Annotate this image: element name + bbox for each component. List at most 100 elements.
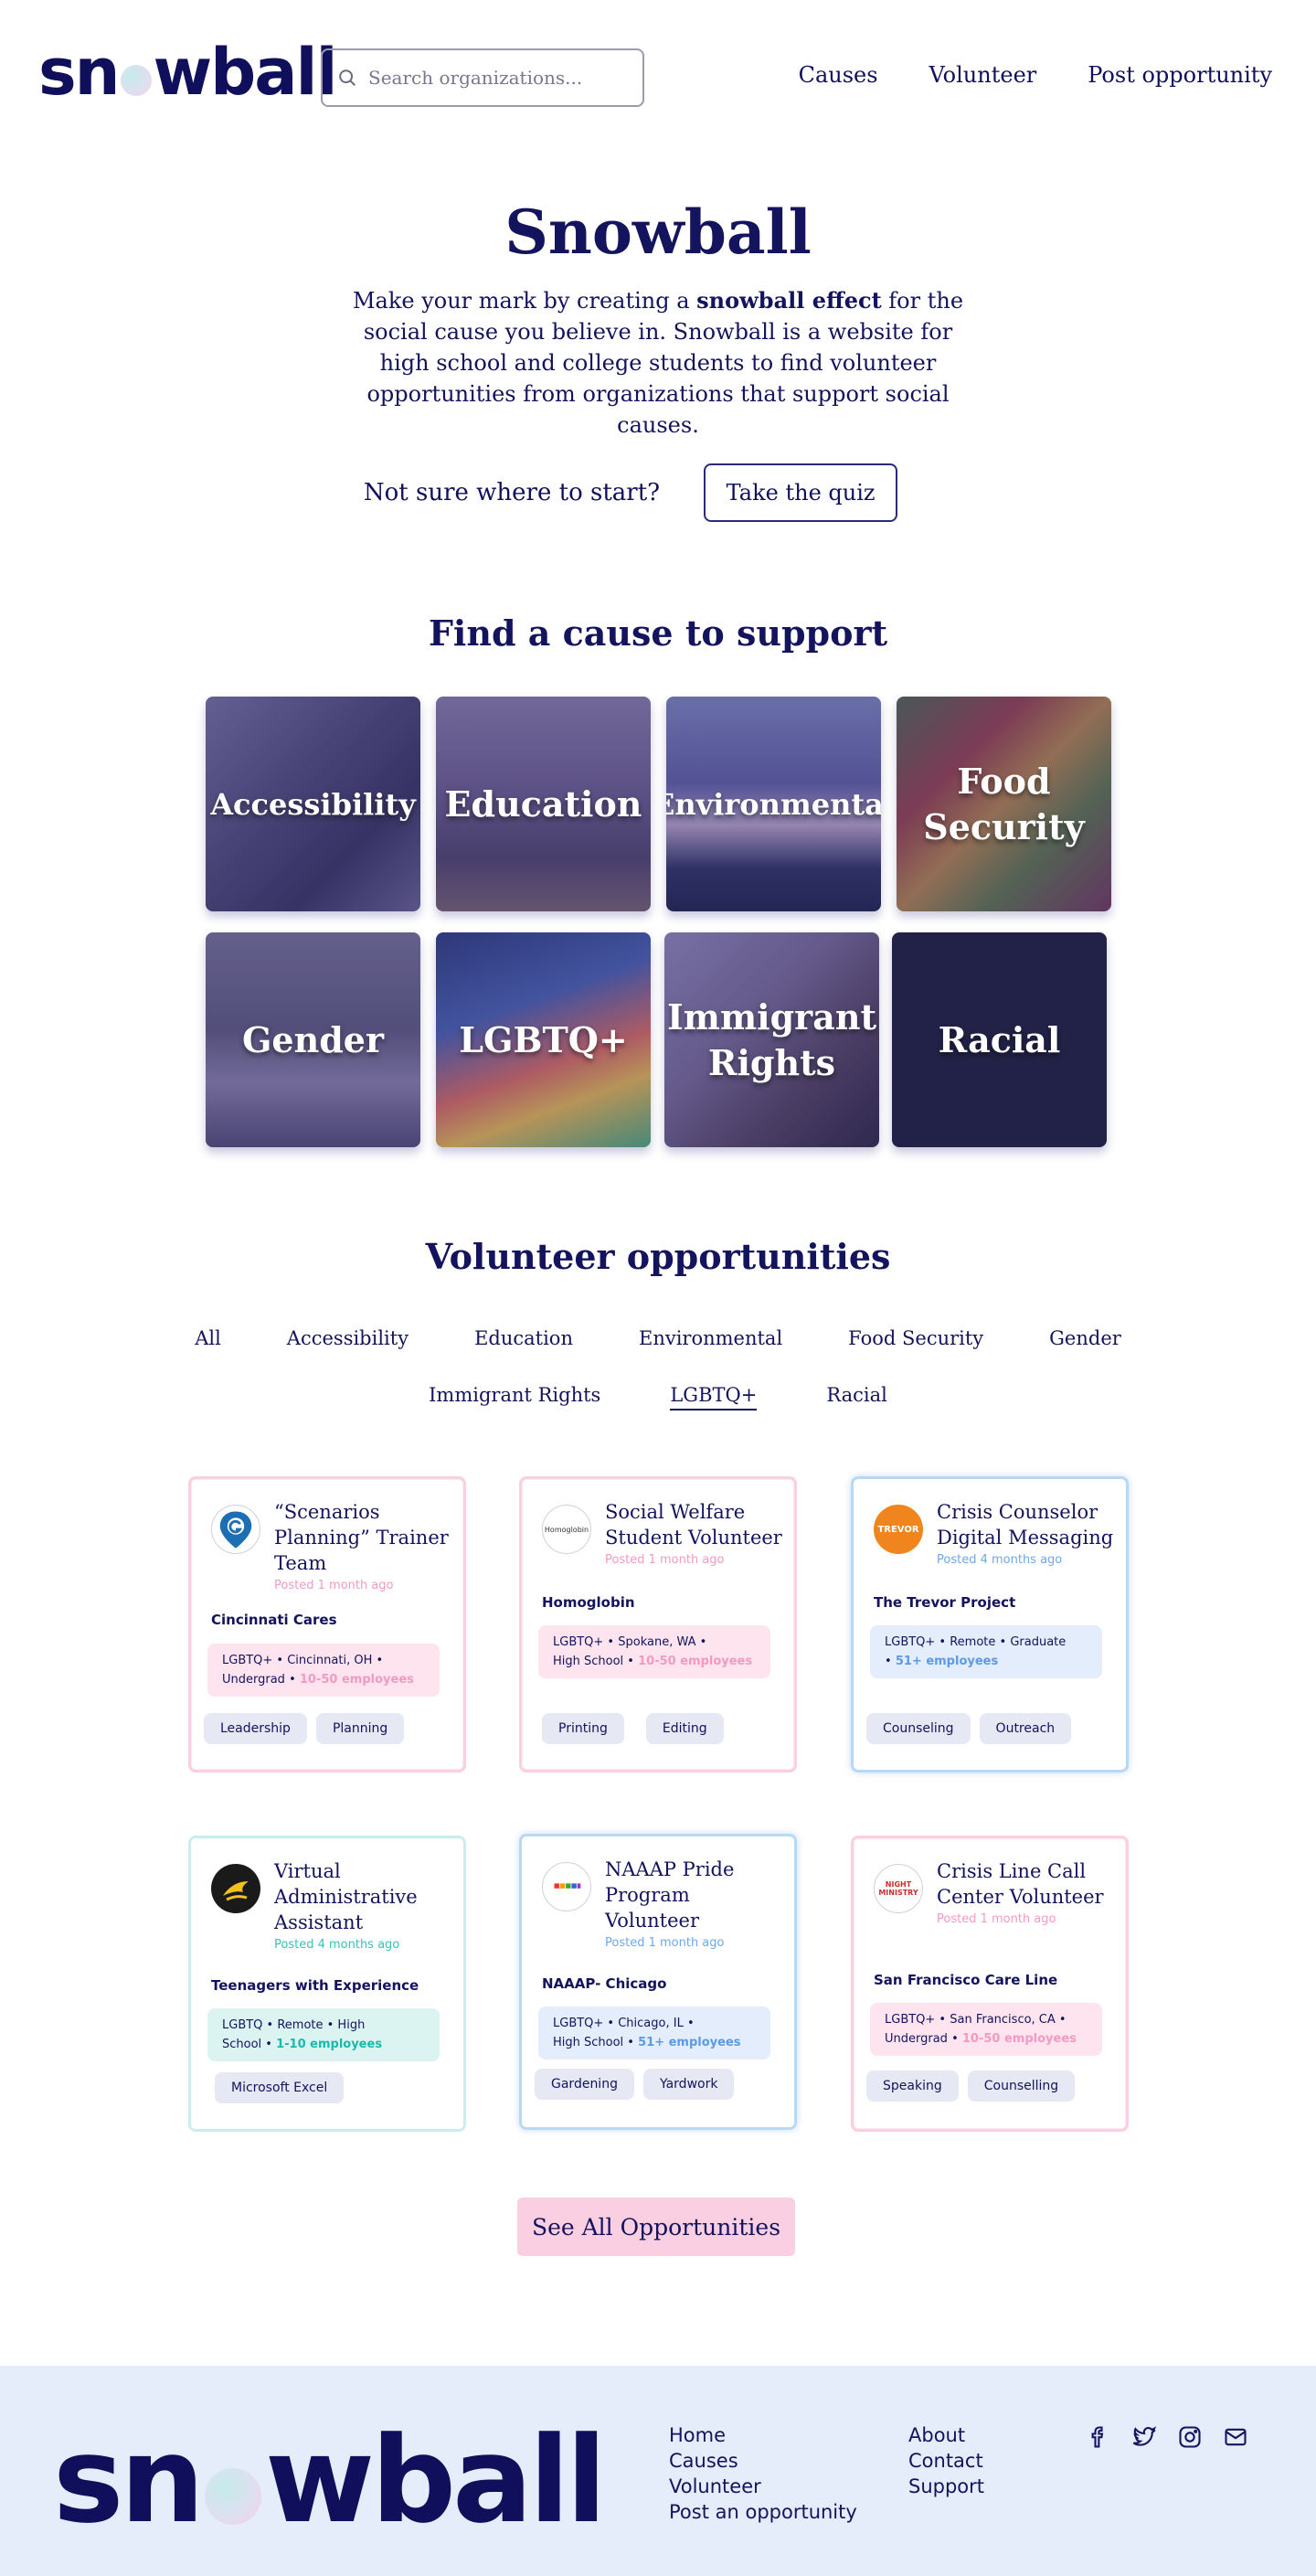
skill-tag: Microsoft Excel <box>215 2072 345 2103</box>
cause-label: Education <box>444 782 642 825</box>
skill-tag: Counselling <box>967 2070 1076 2102</box>
cause-card-lgbtq[interactable]: LGBTQ+ <box>436 932 651 1147</box>
nav-post-opportunity[interactable]: Post opportunity <box>1088 62 1272 88</box>
cause-label: Food Security <box>923 760 1085 847</box>
cause-card-gender[interactable]: Gender <box>206 932 420 1147</box>
quiz-prompt: Not sure where to start? <box>363 479 661 506</box>
opportunity-card[interactable]: NIGHT MINISTRY Crisis Line Call Center V… <box>851 1836 1129 2132</box>
filter-environmental[interactable]: Environmental <box>639 1327 782 1349</box>
logo-snowball-icon <box>204 2468 261 2525</box>
cause-card-accessibility[interactable]: Accessibility <box>206 697 420 911</box>
footer-link-support[interactable]: Support <box>908 2474 984 2499</box>
logo-text-start: sn <box>38 35 120 110</box>
opportunity-card[interactable]: “Scenarios Planning” Trainer Team Posted… <box>188 1476 466 1772</box>
cause-card-racial[interactable]: Racial <box>892 932 1107 1147</box>
job-meta: LGBTQ+ • Cincinnati, OH • Undergrad • 10-… <box>207 1644 440 1697</box>
cause-card-immigrant-rights[interactable]: Immigrant Rights <box>664 932 879 1147</box>
site-header: snwball Causes Volunteer Post opportunit… <box>0 0 1316 155</box>
job-title: Social Welfare Student Volunteer <box>605 1501 782 1549</box>
footer-link-causes[interactable]: Causes <box>669 2448 857 2474</box>
nav-volunteer[interactable]: Volunteer <box>929 62 1037 88</box>
posted-date: Posted 1 month ago <box>937 1912 1056 1926</box>
cause-label: Environmental <box>666 786 881 822</box>
social-links <box>1086 2424 1248 2450</box>
employee-count: 51+ employees <box>638 2036 741 2049</box>
filter-food-security[interactable]: Food Security <box>848 1327 983 1349</box>
nav-causes[interactable]: Causes <box>799 62 878 88</box>
twitter-icon[interactable] <box>1131 2424 1157 2450</box>
opportunity-card[interactable]: TREVOR Crisis Counselor Digital Messagin… <box>851 1476 1129 1772</box>
job-title: Crisis Line Call Center Volunteer <box>937 1860 1104 1908</box>
posted-date: Posted 4 months ago <box>274 1938 400 1952</box>
meta-line1: LGBTQ+ • San Francisco, CA • <box>885 2013 1067 2027</box>
skill-tag: Editing <box>645 1713 724 1744</box>
org-logo-icon: NIGHT MINISTRY <box>874 1864 923 1913</box>
search-input[interactable] <box>368 67 624 89</box>
job-meta: LGBTQ+ • Chicago, IL • High School • 51+ … <box>538 2007 770 2060</box>
meta-line2: • <box>885 1655 896 1668</box>
filter-education[interactable]: Education <box>474 1327 573 1349</box>
org-name: NAAAP- Chicago <box>542 1975 667 1992</box>
posted-date: Posted 1 month ago <box>605 1936 725 1950</box>
footer-link-about[interactable]: About <box>908 2422 984 2448</box>
facebook-icon[interactable] <box>1086 2424 1111 2450</box>
footer-link-volunteer[interactable]: Volunteer <box>669 2474 857 2499</box>
filter-racial[interactable]: Racial <box>826 1384 887 1410</box>
filter-gender[interactable]: Gender <box>1049 1327 1121 1349</box>
meta-line2: High School • <box>553 1655 639 1668</box>
hero-title: Snowball <box>504 197 812 268</box>
see-all-opportunities-button[interactable]: See All Opportunities <box>517 2198 795 2256</box>
skill-tag: Gardening <box>535 2069 634 2100</box>
quiz-row: Not sure where to start? Take the quiz <box>0 463 1316 522</box>
skill-tags: Microsoft Excel <box>215 2072 345 2103</box>
footer-link-home[interactable]: Home <box>669 2422 857 2448</box>
skill-tags: Speaking Counselling <box>866 2070 1076 2102</box>
footer-link-contact[interactable]: Contact <box>908 2448 984 2474</box>
org-name: Cincinnati Cares <box>211 1612 337 1628</box>
cause-card-food-security[interactable]: Food Security <box>897 697 1111 911</box>
logo-text-start: sn <box>53 2411 205 2549</box>
cause-card-environmental[interactable]: Environmental <box>666 697 881 911</box>
footer-links-col2: About Contact Support <box>908 2422 984 2499</box>
opportunity-card[interactable]: NAAAP Pride Program Volunteer Posted 1 m… <box>519 1834 797 2130</box>
filter-accessibility[interactable]: Accessibility <box>287 1327 409 1349</box>
job-meta: LGBTQ+ • San Francisco, CA • Undergrad • … <box>870 2003 1102 2056</box>
job-meta: LGBTQ+ • Spokane, WA • High School • 10-5… <box>538 1625 770 1678</box>
org-logo-icon: TREVOR <box>874 1505 923 1554</box>
hero-desc-bold: snowball effect <box>696 287 882 314</box>
logo[interactable]: sn wball <box>38 35 338 110</box>
job-meta: LGBTQ • Remote • High School • 1-10 emplo… <box>207 2008 440 2061</box>
filter-row-1: All Accessibility Education Environmenta… <box>0 1327 1316 1349</box>
opportunity-card[interactable]: Homoglobin Social Welfare Student Volunt… <box>519 1476 797 1772</box>
meta-line2: Undergrad • <box>885 2032 962 2046</box>
skill-tags: Counseling Outreach <box>866 1713 1072 1744</box>
take-quiz-button[interactable]: Take the quiz <box>704 463 898 522</box>
skill-tag: Leadership <box>204 1713 307 1744</box>
employee-count: 10-50 employees <box>638 1655 753 1668</box>
org-logo-icon <box>211 1505 260 1554</box>
meta-line1: LGBTQ+ • Cincinnati, OH • <box>222 1654 384 1667</box>
cause-card-education[interactable]: Education <box>436 697 651 911</box>
footer-links-col1: Home Causes Volunteer Post an opportunit… <box>669 2422 857 2525</box>
filter-lgbtq-active[interactable]: LGBTQ+ <box>670 1384 758 1410</box>
footer-logo[interactable]: sn wball <box>53 2411 607 2549</box>
cause-label: Racial <box>938 1018 1061 1060</box>
search-box[interactable] <box>321 48 644 107</box>
skill-tag: Planning <box>315 1713 405 1744</box>
skill-tag: Printing <box>542 1713 624 1744</box>
hero-desc-part1: Make your mark by creating a <box>352 288 697 314</box>
org-name: The Trevor Project <box>874 1594 1016 1611</box>
employee-count: 1-10 employees <box>276 2038 383 2051</box>
job-title: Virtual Administrative Assistant <box>274 1860 418 1933</box>
employee-count: 10-50 employees <box>961 2032 1077 2046</box>
instagram-icon[interactable] <box>1177 2424 1203 2450</box>
footer-link-post-opportunity[interactable]: Post an opportunity <box>669 2499 857 2525</box>
cause-label: Immigrant Rights <box>666 995 877 1083</box>
opportunity-card[interactable]: Virtual Administrative Assistant Posted … <box>188 1836 466 2132</box>
mail-icon[interactable] <box>1223 2424 1248 2450</box>
filter-immigrant-rights[interactable]: Immigrant Rights <box>429 1384 600 1410</box>
meta-line1: LGBTQ • Remote • High <box>222 2018 366 2032</box>
skill-tag: Yardwork <box>642 2069 735 2100</box>
filter-all[interactable]: All <box>195 1327 221 1349</box>
org-name: Teenagers with Experience <box>211 1977 419 1994</box>
